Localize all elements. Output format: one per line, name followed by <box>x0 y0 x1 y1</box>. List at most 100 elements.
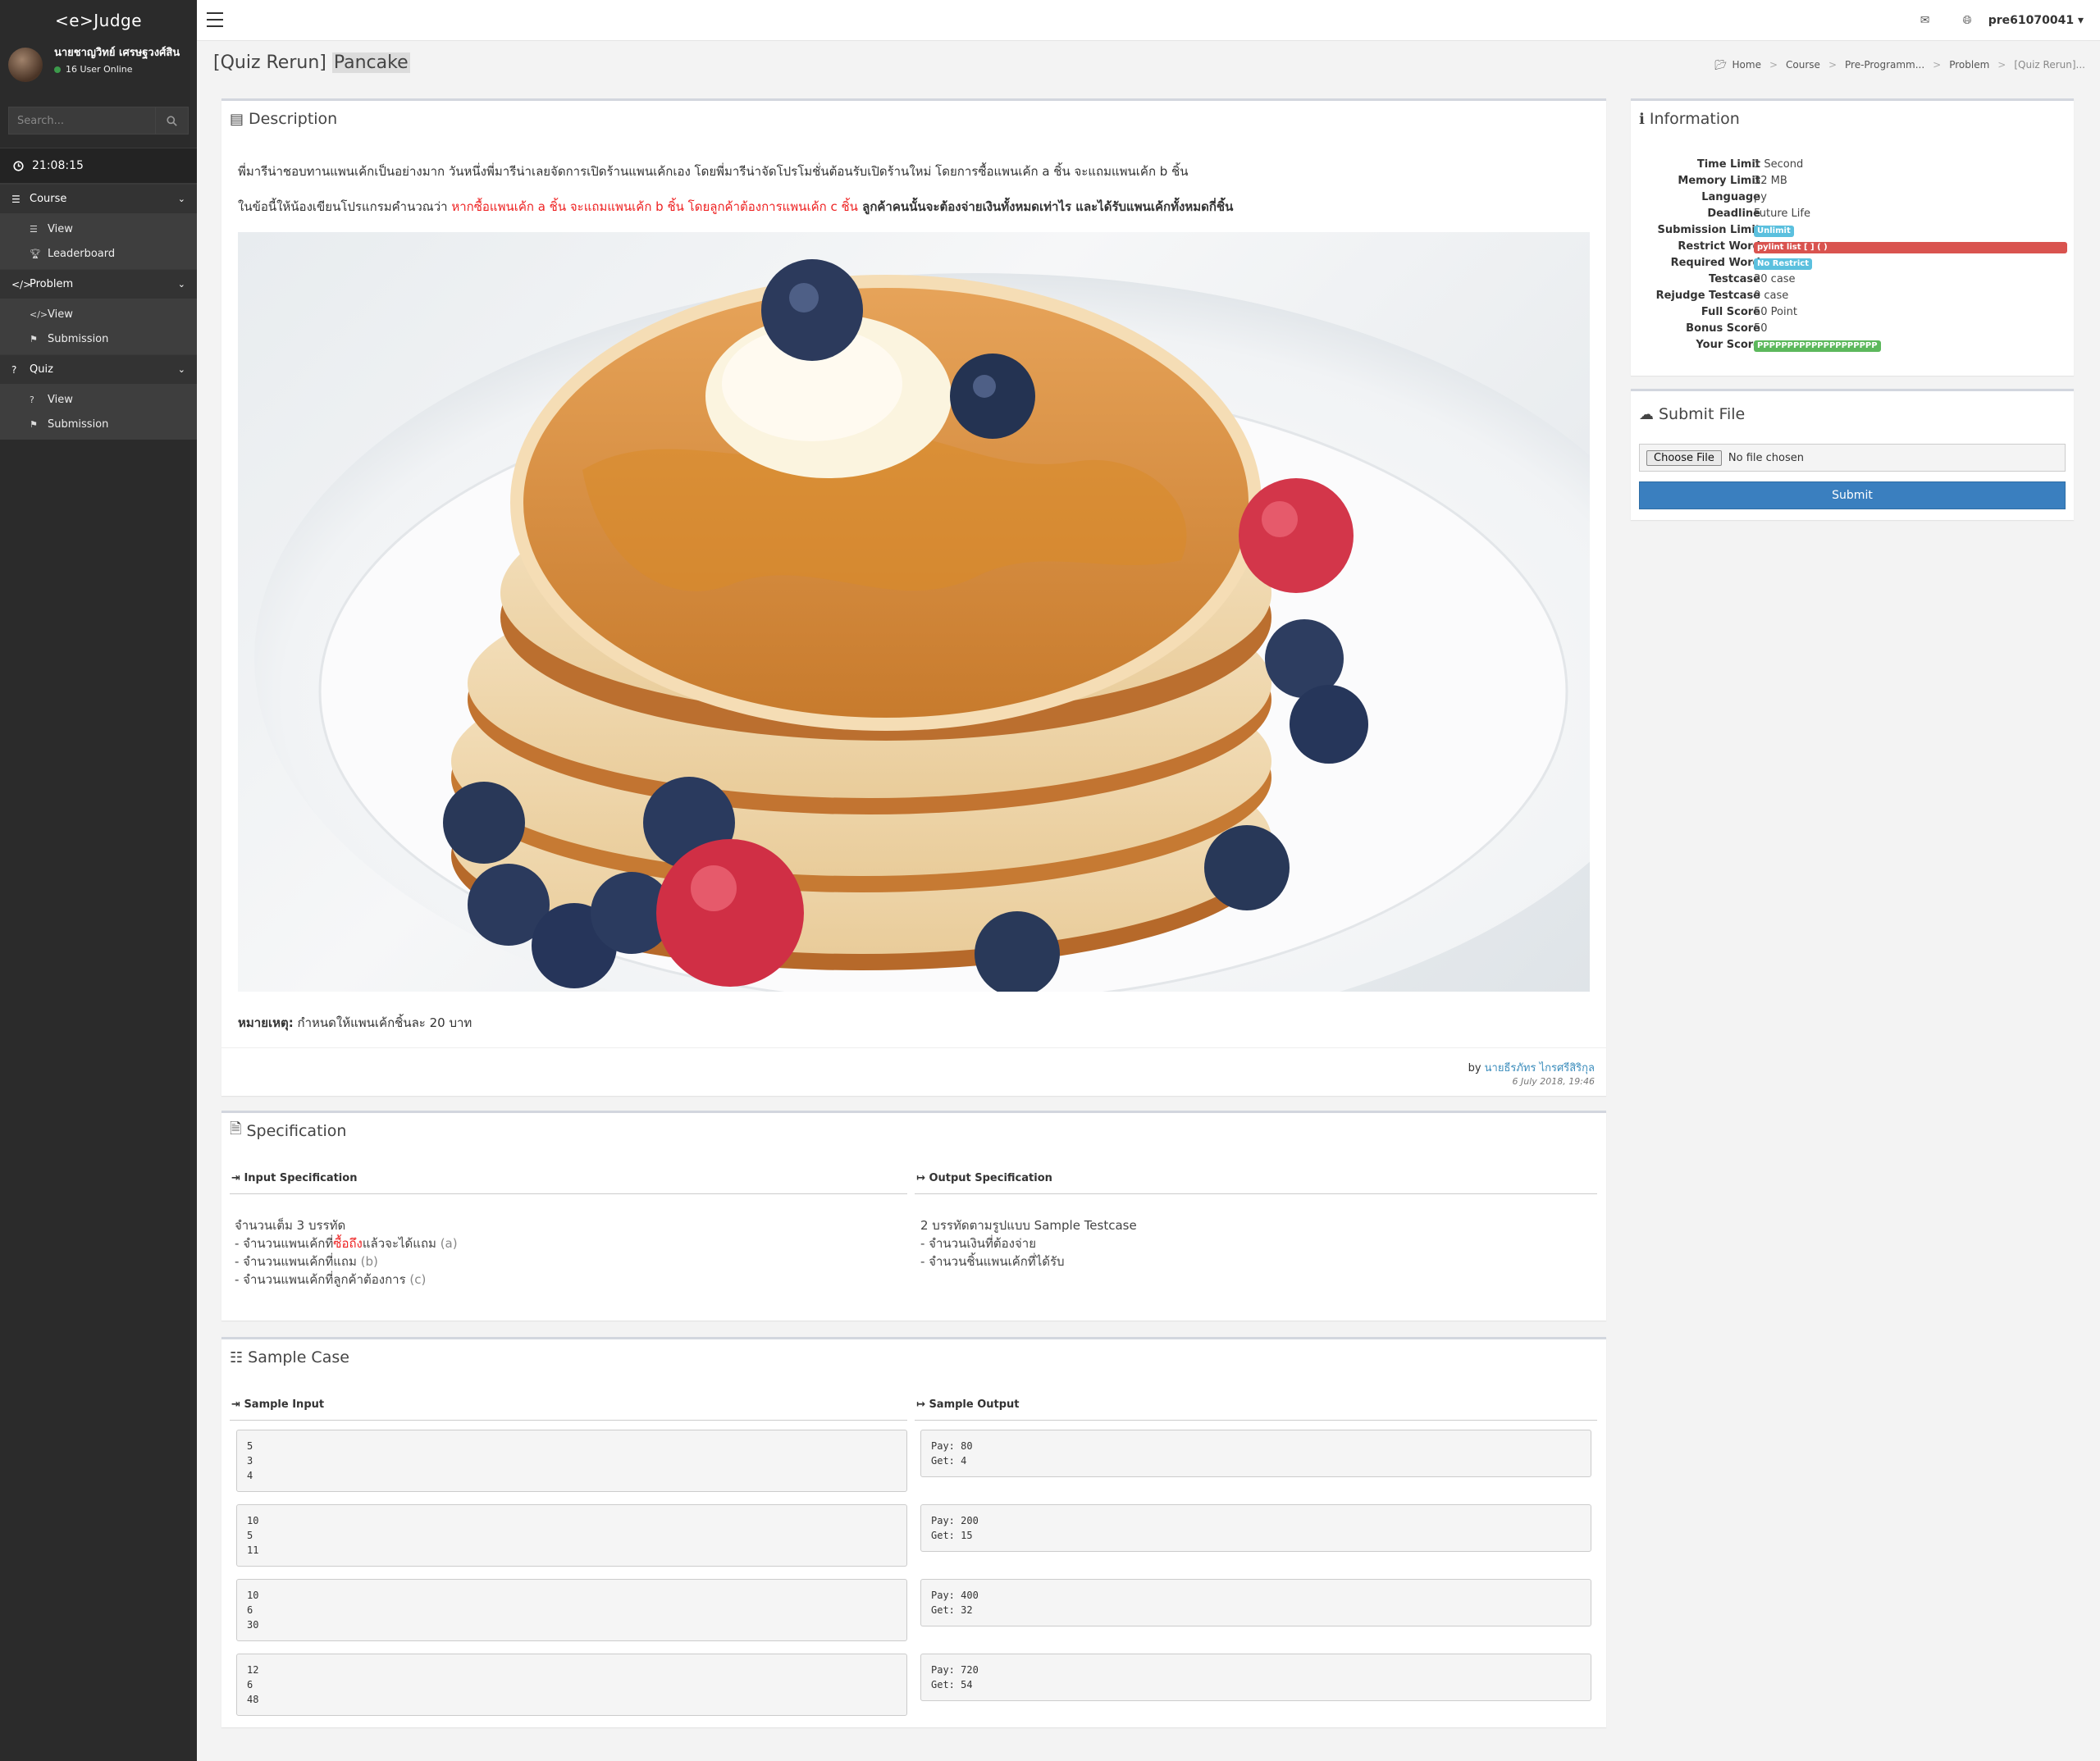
output-spec-label: Output Specification <box>929 1172 1052 1184</box>
menu-group-course: ☰ Course ⌄ ☰ View 🏆︎ Leaderboard <box>0 184 197 269</box>
chevron-down-icon: ⌄ <box>177 279 185 290</box>
menu-quiz-label: Quiz <box>30 363 53 376</box>
status-badge: Unlimit <box>1754 226 1794 237</box>
sample-input-label: Sample Input <box>244 1398 325 1411</box>
info-label: Full Score <box>1701 306 1760 318</box>
breadcrumb-problem[interactable]: Problem <box>1949 59 1989 71</box>
submit-file-title: Submit File <box>1659 405 1746 423</box>
menu-group-quiz: ? Quiz ⌄ ? View ⚑ Submission <box>0 354 197 440</box>
user-panel: นายชาญวิทย์ เศรษฐวงศ์สิน 16 User Online <box>0 41 197 90</box>
envelope-icon[interactable]: ✉ <box>1920 14 1930 27</box>
specification-box: 🗎 Specification ⇥ Input Specification ↦ … <box>221 1111 1606 1321</box>
choose-file-button[interactable]: Choose File <box>1646 449 1722 466</box>
menu-toggle-icon[interactable] <box>207 12 223 27</box>
output-spec-line: - จำนวนเงินที่ต้องจ่าย <box>920 1236 1036 1251</box>
info-value: 50 Point <box>1754 306 1797 318</box>
note-text: กำหนดให้แพนเค้กชิ้นละ 20 บาท <box>293 1015 472 1030</box>
search-icon <box>167 115 177 126</box>
info-row: Bonus Score 50 <box>1631 322 2074 339</box>
server-clock: 21:08:15 <box>0 148 197 184</box>
online-count: 16 User Online <box>66 64 133 75</box>
information-box: ℹ Information Time Limit 1 Second Memory L… <box>1631 98 2074 376</box>
author-link[interactable]: นายธีรภัทร ไกรศรีสิริกุล <box>1485 1062 1595 1074</box>
info-label: Rejudge Testcase <box>1655 290 1760 302</box>
flag-icon: ⚑ <box>30 333 38 344</box>
note-label: หมายเหตุ: <box>238 1015 294 1030</box>
file-input[interactable]: Choose File No file chosen <box>1639 444 2066 472</box>
info-row: Restrict Word pylint list [ ] ( ) <box>1631 240 2074 257</box>
title-prefix: [Quiz Rerun] <box>213 52 326 73</box>
by-prefix: by <box>1468 1062 1485 1074</box>
info-label: Language <box>1701 191 1760 203</box>
info-row: Your Score PPPPPPPPPPPPPPPPPPPP <box>1631 339 2074 355</box>
submit-button[interactable]: Submit <box>1639 481 2066 509</box>
menu-quiz[interactable]: ? Quiz ⌄ <box>0 354 197 384</box>
description-paragraph-1: พี่มารีน่าชอบทานแพนเค้กเป็นอย่างมาก วันห… <box>238 164 1189 179</box>
sample-input-heading: ⇥ Sample Input <box>231 1398 324 1411</box>
problem-submission-link[interactable]: ⚑ Submission <box>0 326 197 351</box>
sign-out-icon: ↦ <box>916 1172 925 1184</box>
topbar: ✉ 🌐︎ pre61070041 ▾ <box>197 0 2100 41</box>
information-header: ℹ Information <box>1631 101 2074 137</box>
para2-intro: ในข้อนี้ให้น้องเขียนโปรแกรมคำนวณว่า <box>238 199 452 214</box>
sample-output-block: Pay: 720 Get: 54 <box>920 1654 1591 1701</box>
sample-header: ☷ Sample Case <box>221 1339 1606 1375</box>
file-status: No file chosen <box>1728 451 1804 464</box>
question-icon: ? <box>30 394 34 405</box>
specification-header: 🗎 Specification <box>221 1113 1606 1149</box>
status-badge: pylint list [ ] ( ) <box>1754 242 2067 253</box>
breadcrumb-current: [Quiz Rerun]... <box>2014 59 2085 71</box>
online-status: 16 User Online <box>54 64 180 75</box>
cloud-upload-icon: ☁ <box>1639 405 1654 423</box>
menu-problem-label: Problem <box>30 278 74 290</box>
description-box: ▤ Description พี่มารีน่าชอบทานแพนเค้กเป็… <box>221 98 1606 1096</box>
sidebar: <e>Judge นายชาญวิทย์ เศรษฐวงศ์สิน 16 Use… <box>0 0 197 1761</box>
course-view-label: View <box>48 222 73 235</box>
sidebar-search <box>8 107 189 135</box>
info-label: Time Limit <box>1696 158 1760 171</box>
input-spec-heading: ⇥ Input Specification <box>231 1172 357 1184</box>
info-row: Submission Limit Unlimit <box>1631 224 2074 240</box>
pancake-image <box>238 232 1590 992</box>
output-spec-body: 2 บรรทัดตามรูปแบบ Sample Testcase - จำนว… <box>920 1216 1137 1271</box>
search-button[interactable] <box>155 107 188 134</box>
output-spec-line: 2 บรรทัดตามรูปแบบ Sample Testcase <box>920 1218 1137 1233</box>
code-icon: </> <box>11 278 32 290</box>
info-label: Deadline <box>1707 208 1760 220</box>
info-value: 50 <box>1754 322 1768 335</box>
output-spec-line: - จำนวนชิ้นแพนเค้กที่ได้รับ <box>920 1254 1065 1269</box>
code-icon: </> <box>30 308 48 320</box>
info-row: Required Word No Restrict <box>1631 257 2074 273</box>
info-value: 32 MB <box>1754 175 1787 187</box>
course-view-link[interactable]: ☰ View <box>0 217 197 241</box>
globe-icon[interactable]: 🌐︎ <box>1963 14 1972 27</box>
menu-problem[interactable]: </> Problem ⌄ <box>0 269 197 299</box>
user-menu[interactable]: pre61070041 ▾ <box>1988 14 2084 27</box>
folder-icon: 📂︎ <box>1714 59 1728 71</box>
quiz-submission-link[interactable]: ⚑ Submission <box>0 412 197 436</box>
info-row: Testcase 20 case <box>1631 273 2074 290</box>
sample-title: Sample Case <box>248 1348 349 1366</box>
author-line: by นายธีรภัทร ไกรศรีสิริกุล <box>1468 1059 1595 1076</box>
quiz-view-link[interactable]: ? View <box>0 387 197 412</box>
course-leaderboard-link[interactable]: 🏆︎ Leaderboard <box>0 241 197 266</box>
info-row: Rejudge Testcase 0 case <box>1631 290 2074 306</box>
brand-logo[interactable]: <e>Judge <box>0 0 197 41</box>
list-ol-icon: ☷ <box>230 1348 244 1366</box>
info-label: Your Score <box>1696 339 1760 351</box>
status-badge: No Restrict <box>1754 258 1813 270</box>
info-label: Bonus Score <box>1686 322 1760 335</box>
info-badge: pylint list [ ] ( ) <box>1754 240 2067 253</box>
info-value: py <box>1754 191 1767 203</box>
menu-group-problem: </> Problem ⌄ </> View ⚑ Submission <box>0 269 197 354</box>
info-row: Language py <box>1631 191 2074 208</box>
problem-view-link[interactable]: </> View <box>0 302 197 326</box>
menu-course[interactable]: ☰ Course ⌄ <box>0 184 197 213</box>
description-header: ▤ Description <box>221 101 1606 137</box>
search-input[interactable] <box>9 107 155 134</box>
info-badge: PPPPPPPPPPPPPPPPPPPP <box>1754 339 1881 352</box>
breadcrumb-home[interactable]: Home <box>1732 59 1761 71</box>
sample-input-block: 12 6 48 <box>236 1654 907 1716</box>
breadcrumb-course[interactable]: Course <box>1786 59 1820 71</box>
breadcrumb-course-name[interactable]: Pre-Programm... <box>1845 59 1924 71</box>
